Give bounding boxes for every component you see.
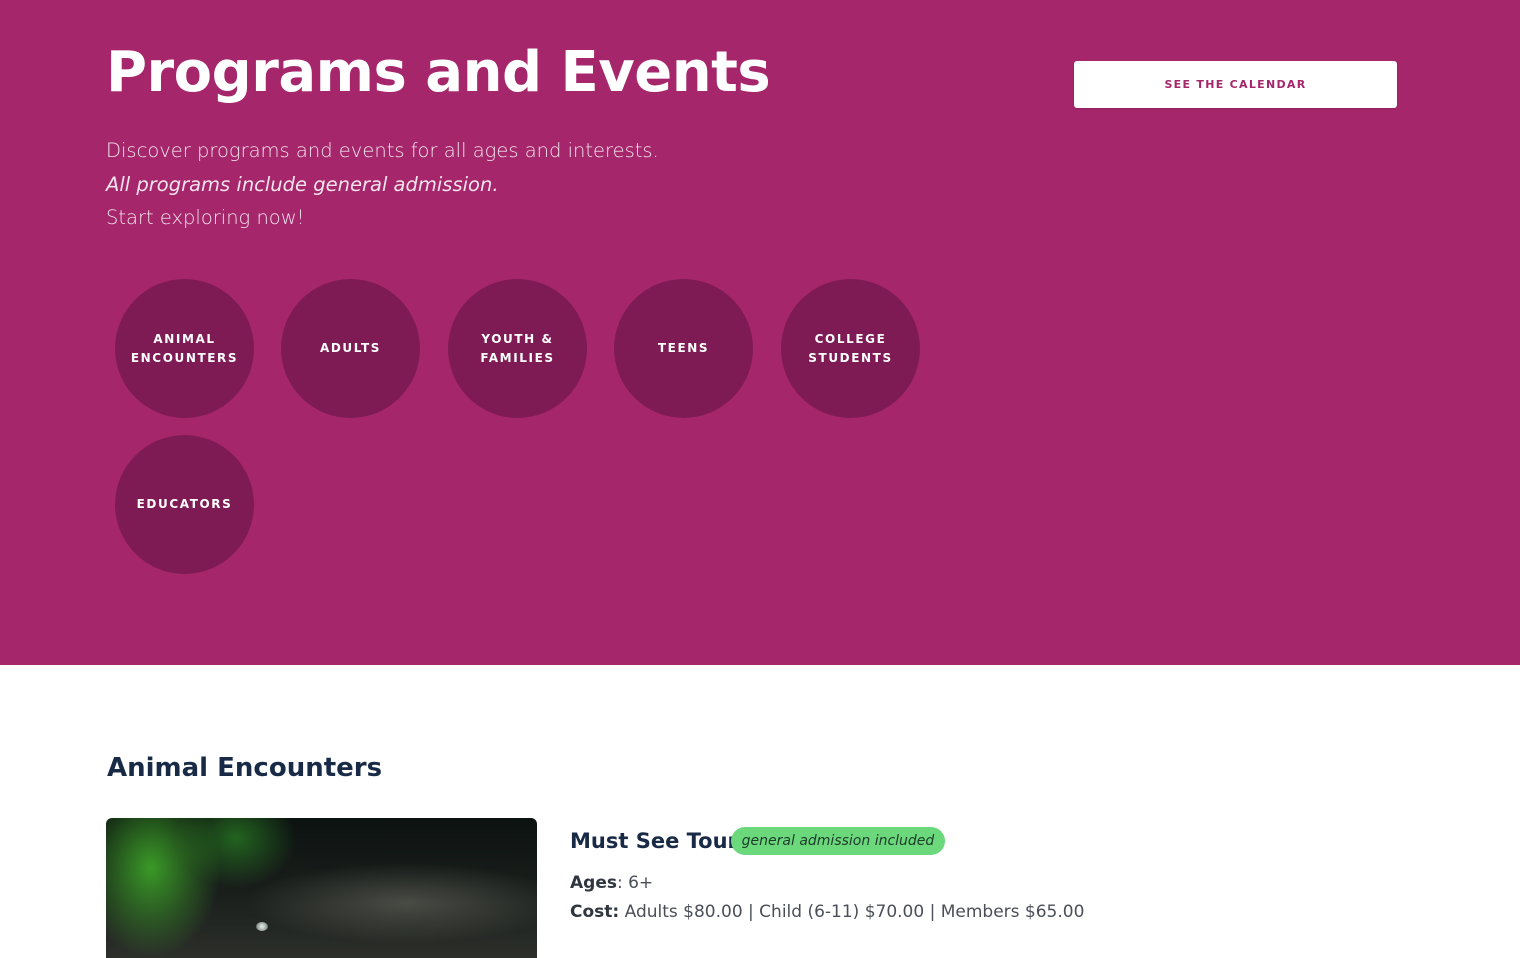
- hero-banner: Programs and Events SEE THE CALENDAR Dis…: [0, 0, 1520, 665]
- program-ages: Ages: 6+: [570, 871, 653, 895]
- cost-value: Adults $80.00 | Child (6-11) $70.00 | Me…: [619, 902, 1085, 922]
- category-college-students[interactable]: COLLEGE STUDENTS: [781, 279, 920, 418]
- program-title[interactable]: Must See Tour: [570, 826, 738, 856]
- ages-value: : 6+: [616, 873, 654, 893]
- admission-note: All programs include general admission.: [106, 172, 499, 196]
- description-line: Discover programs and events for all age…: [106, 139, 659, 162]
- program-image[interactable]: [106, 818, 537, 958]
- admission-badge: general admission included: [731, 827, 945, 855]
- cost-label: Cost:: [570, 902, 620, 922]
- category-label: ADULTS: [319, 341, 382, 355]
- ages-label: Ages: [570, 873, 617, 893]
- category-label: EDUCATORS: [136, 497, 233, 511]
- category-youth-families[interactable]: YOUTH & FAMILIES: [448, 279, 587, 418]
- category-educators[interactable]: EDUCATORS: [115, 435, 254, 574]
- page-title: Programs and Events: [106, 40, 771, 105]
- section-title: Animal Encounters: [107, 753, 383, 783]
- category-label: TEENS: [657, 341, 710, 355]
- category-adults[interactable]: ADULTS: [281, 279, 420, 418]
- see-calendar-button[interactable]: SEE THE CALENDAR: [1074, 61, 1397, 108]
- category-label: COLLEGE STUDENTS: [808, 331, 893, 365]
- description-line: Start exploring now!: [106, 206, 305, 229]
- category-teens[interactable]: TEENS: [614, 279, 753, 418]
- category-label: ANIMAL ENCOUNTERS: [130, 331, 239, 365]
- hero-description: Discover programs and events for all age…: [106, 134, 906, 235]
- image-highlight: [256, 922, 268, 931]
- program-cost: Cost: Adults $80.00 | Child (6-11) $70.0…: [570, 900, 1084, 924]
- category-animal-encounters[interactable]: ANIMAL ENCOUNTERS: [115, 279, 254, 418]
- category-label: YOUTH & FAMILIES: [480, 331, 555, 365]
